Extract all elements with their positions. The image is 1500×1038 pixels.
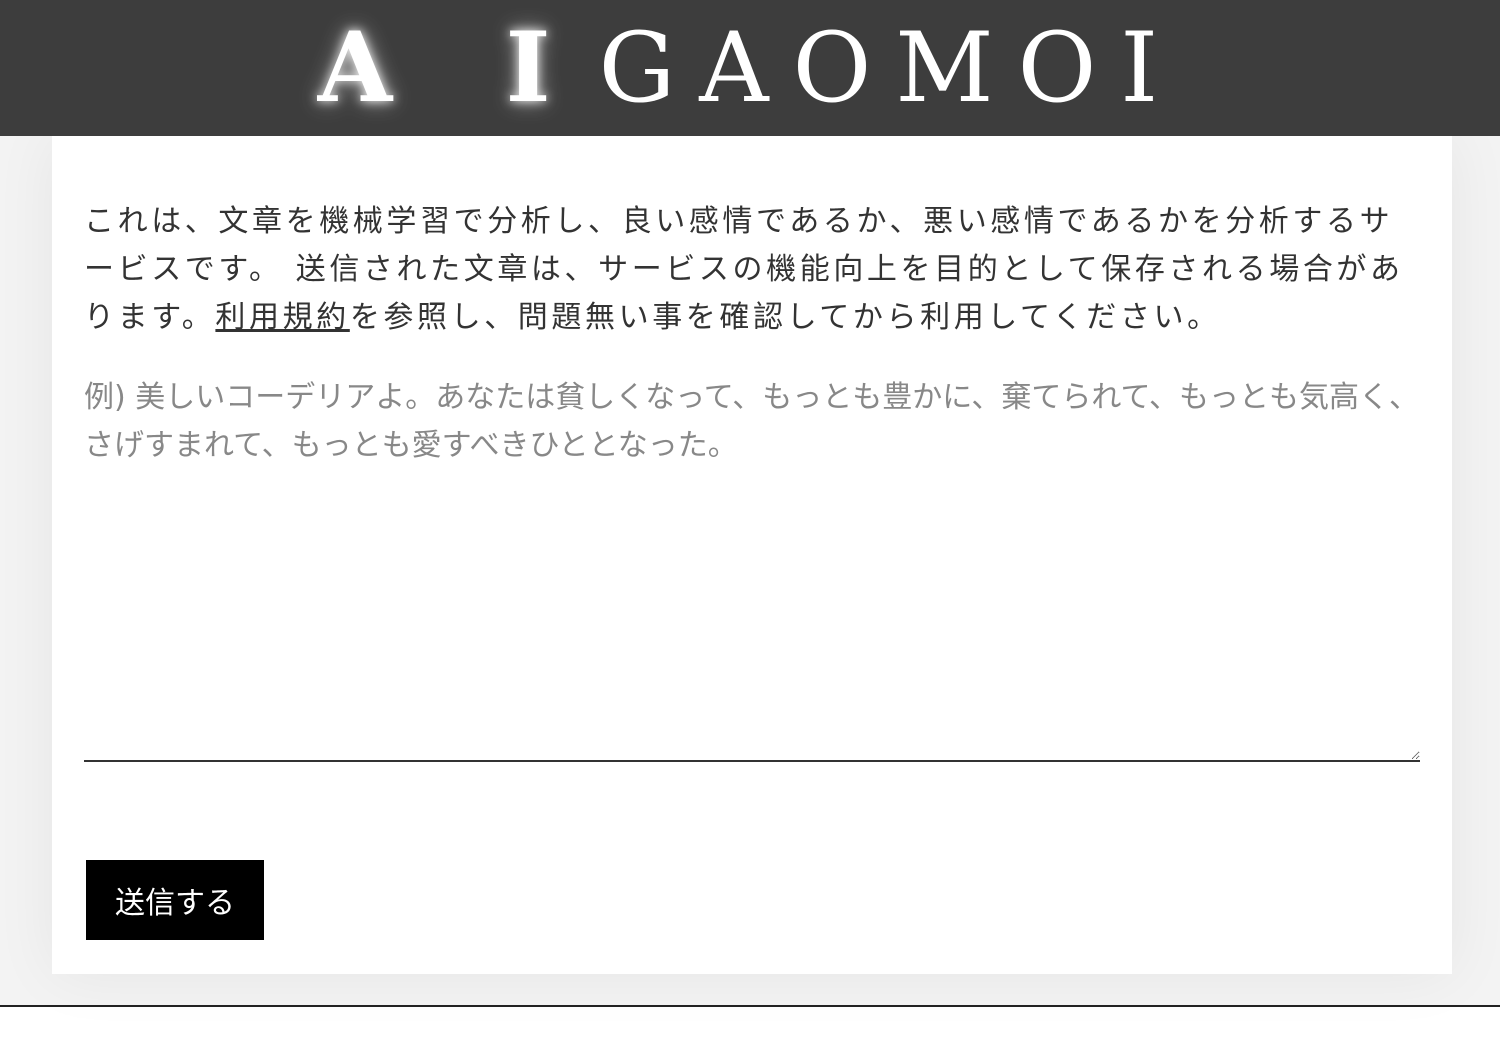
terms-link[interactable]: 利用規約 <box>215 300 349 335</box>
sentence-input[interactable] <box>84 374 1420 762</box>
site-header: A I GAOMOI <box>0 0 1500 136</box>
footer <box>0 1007 1500 1038</box>
intro-text-after-link: を参照し、問題無い事を確認してから利用してください。 <box>349 300 1221 335</box>
site-logo[interactable]: A I GAOMOI <box>0 0 1500 136</box>
submit-button[interactable]: 送信する <box>86 860 264 940</box>
main-panel: これは、文章を機械学習で分析し、良い感情であるか、悪い感情であるかを分析するサー… <box>52 136 1452 974</box>
logo-brand-text: GAOMOI <box>598 12 1183 124</box>
logo-ai-text: A I <box>317 11 591 124</box>
intro-text: これは、文章を機械学習で分析し、良い感情であるか、悪い感情であるかを分析するサー… <box>84 198 1424 342</box>
